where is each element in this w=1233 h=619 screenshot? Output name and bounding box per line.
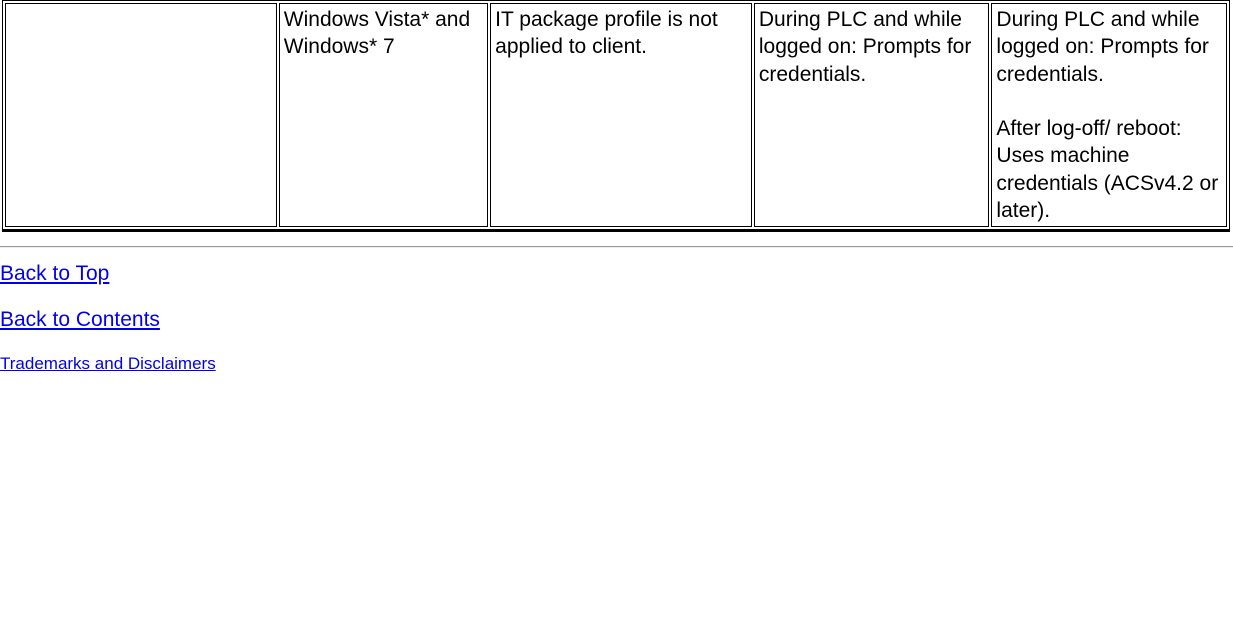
cell-plc-1: During PLC and while logged on: Prompts …: [754, 3, 990, 227]
cell-os: Windows Vista* and Windows* 7: [279, 3, 488, 227]
back-to-contents-link[interactable]: Back to Contents: [0, 308, 160, 332]
table-row: Windows Vista* and Windows* 7 IT package…: [5, 3, 1227, 227]
footer-links: Back to Top Back to Contents Trademarks …: [0, 262, 1233, 374]
cell-plc-2-p1: During PLC and while logged on: Prompts …: [996, 6, 1222, 88]
cell-package: IT package profile is not applied to cli…: [490, 3, 752, 227]
cell-plc-2: During PLC and while logged on: Prompts …: [991, 3, 1227, 227]
cell-plc-2-p2: After log-off/ reboot: Uses machine cred…: [996, 115, 1222, 224]
divider: [0, 246, 1233, 248]
compatibility-table: Windows Vista* and Windows* 7 IT package…: [2, 0, 1230, 232]
cell-blank: [5, 3, 277, 227]
trademarks-link[interactable]: Trademarks and Disclaimers: [0, 354, 216, 374]
back-to-top-link[interactable]: Back to Top: [0, 262, 109, 286]
